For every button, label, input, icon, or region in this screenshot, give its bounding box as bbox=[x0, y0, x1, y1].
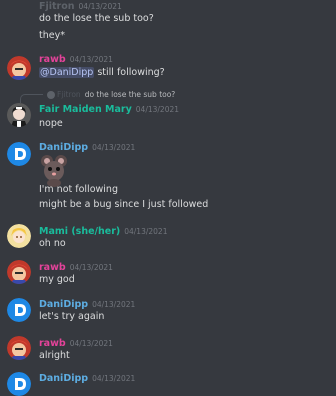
blonde-character-icon[interactable] bbox=[7, 224, 31, 248]
message-text: let's try again bbox=[39, 311, 105, 322]
reply-connector bbox=[20, 94, 43, 103]
message-text: oh no bbox=[39, 238, 66, 249]
d-logo-icon[interactable] bbox=[7, 298, 31, 322]
red-hair-character-icon[interactable] bbox=[7, 56, 31, 80]
reply-avatar-icon bbox=[47, 91, 55, 99]
timestamp: 04/13/2021 bbox=[124, 227, 168, 236]
message-header: rawb 04/13/2021 bbox=[39, 262, 113, 274]
message-text: nope bbox=[39, 118, 63, 129]
message-header: Fjitron 04/13/2021 bbox=[39, 1, 122, 13]
message-header: rawb 04/13/2021 bbox=[39, 54, 113, 66]
reply-preview[interactable]: Fjitron do the lose the sub too? bbox=[47, 90, 175, 100]
author-name[interactable]: rawb bbox=[39, 338, 66, 349]
timestamp: 04/13/2021 bbox=[92, 374, 136, 383]
timestamp: 04/13/2021 bbox=[92, 143, 136, 152]
timestamp: 04/13/2021 bbox=[135, 105, 180, 114]
message-text: I'm not following bbox=[39, 184, 118, 195]
reply-author: Fjitron bbox=[57, 90, 81, 99]
message-text: alright bbox=[39, 350, 70, 361]
d-logo-icon[interactable] bbox=[7, 142, 31, 166]
message-header: rawb 04/13/2021 bbox=[39, 338, 113, 350]
message-header: Mami (she/her) 04/13/2021 bbox=[39, 226, 167, 238]
message-text: @DaniDipp still following? bbox=[39, 67, 165, 79]
d-logo-icon[interactable] bbox=[7, 372, 31, 396]
timestamp: 04/13/2021 bbox=[78, 2, 122, 11]
maid-character-icon[interactable] bbox=[7, 103, 31, 127]
author-name[interactable]: Fair Maiden Mary bbox=[39, 104, 132, 115]
message-text: might be a bug since I just followed bbox=[39, 199, 209, 210]
author-name[interactable]: DaniDipp bbox=[39, 299, 88, 310]
red-hair-character-icon[interactable] bbox=[7, 336, 31, 360]
author-name[interactable]: DaniDipp bbox=[39, 142, 88, 153]
message-header: Fair Maiden Mary 04/13/2021 bbox=[39, 104, 179, 116]
timestamp: 04/13/2021 bbox=[69, 55, 113, 64]
timestamp: 04/13/2021 bbox=[92, 300, 136, 309]
timestamp: 04/13/2021 bbox=[69, 339, 113, 348]
message-text-rest: still following? bbox=[94, 67, 165, 78]
user-mention[interactable]: @DaniDipp bbox=[39, 67, 95, 78]
mouse-sticker-icon[interactable] bbox=[39, 153, 69, 187]
author-name[interactable]: DaniDipp bbox=[39, 373, 88, 384]
chat-log: Fjitron 04/13/2021 do the lose the sub to… bbox=[0, 0, 336, 396]
message-text: they* bbox=[39, 30, 65, 41]
author-name[interactable]: rawb bbox=[39, 262, 66, 273]
message-text: my god bbox=[39, 274, 75, 285]
message-header: DaniDipp 04/13/2021 bbox=[39, 373, 135, 385]
message-text: do the lose the sub too? bbox=[39, 13, 154, 24]
reply-text: do the lose the sub too? bbox=[84, 90, 176, 99]
author-name[interactable]: Fjitron bbox=[39, 1, 75, 12]
message-header: DaniDipp 04/13/2021 bbox=[39, 299, 135, 311]
red-hair-character-icon[interactable] bbox=[7, 260, 31, 284]
author-name[interactable]: rawb bbox=[39, 54, 66, 65]
timestamp: 04/13/2021 bbox=[69, 263, 113, 272]
author-name[interactable]: Mami (she/her) bbox=[39, 226, 120, 237]
